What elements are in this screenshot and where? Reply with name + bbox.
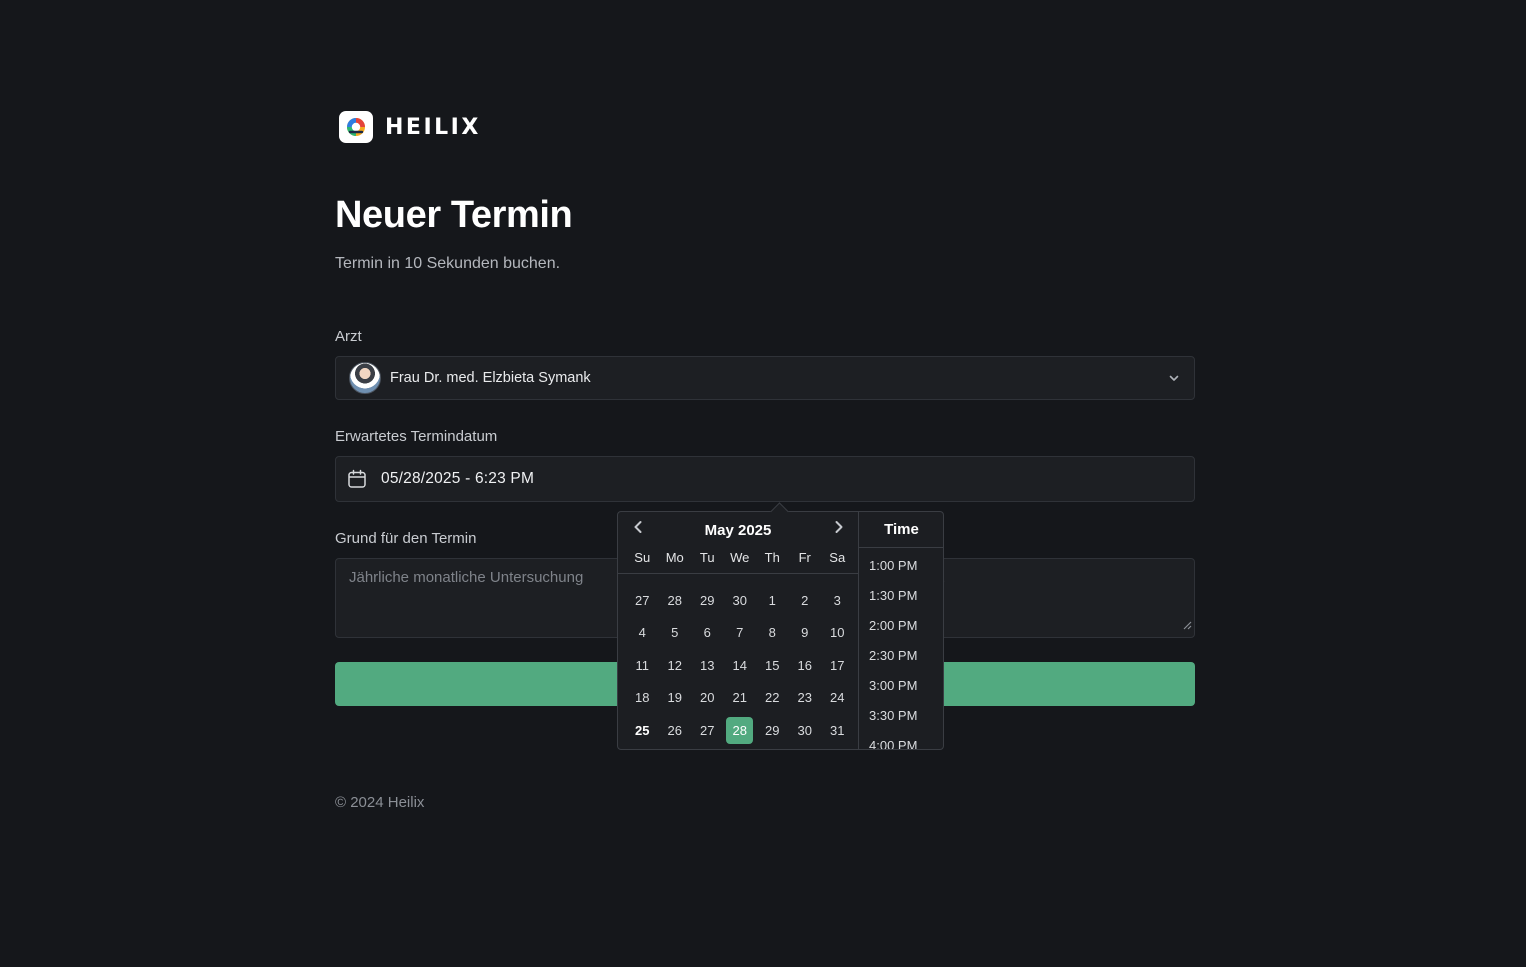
time-header: Time [859,512,944,548]
calendar-day[interactable]: 17 [824,652,851,679]
time-list[interactable]: 1:00 PM 1:30 PM 2:00 PM 2:30 PM 3:00 PM … [859,548,944,749]
calendar-day[interactable]: 27 [694,717,721,744]
time-option[interactable]: 1:00 PM [859,551,944,581]
doctor-label: Arzt [335,328,362,345]
calendar-day[interactable]: 30 [791,717,818,744]
calendar-week: 11 12 13 14 15 16 17 [626,649,854,682]
footer-copyright: © 2024 Heilix [335,794,425,811]
time-option[interactable]: 2:30 PM [859,641,944,671]
calendar-week: 18 19 20 21 22 23 24 [626,682,854,715]
calendar-day[interactable]: 9 [791,619,818,646]
next-month-button[interactable] [827,518,851,540]
calendar-day[interactable]: 22 [759,684,786,711]
chevron-right-icon [834,520,844,539]
calendar-day[interactable]: 1 [759,587,786,614]
calendar-day[interactable]: 4 [629,619,656,646]
chevron-down-icon [1168,371,1180,389]
time-option[interactable]: 2:00 PM [859,611,944,641]
resize-handle-icon[interactable] [1181,617,1192,635]
page-subtitle: Termin in 10 Sekunden buchen. [335,255,561,272]
date-label: Erwartetes Termindatum [335,428,498,445]
calendar-day[interactable]: 10 [824,619,851,646]
doctor-select[interactable]: Frau Dr. med. Elzbieta Symank [335,356,1195,400]
weekday-label: Mo [665,550,684,565]
calendar-week: 4 5 6 7 8 9 10 [626,617,854,650]
calendar-day[interactable]: 2 [791,587,818,614]
calendar-day-selected[interactable]: 28 [726,716,754,744]
doctor-select-value: Frau Dr. med. Elzbieta Symank [390,370,591,386]
calendar-month-label: May 2025 [704,522,772,539]
weekday-label: Tu [699,550,715,565]
brand-name: HEILIX [385,114,481,140]
calendar-week: 25 26 27 28 29 30 31 [626,714,854,747]
calendar-panel: May 2025 Su Mo Tu We Th Fr Sa 27 28 29 3… [618,512,858,749]
time-panel: Time 1:00 PM 1:30 PM 2:00 PM 2:30 PM 3:0… [858,512,944,749]
calendar-day[interactable]: 31 [824,717,851,744]
appointment-date-value: 05/28/2025 - 6:23 PM [381,470,535,487]
calendar-day[interactable]: 27 [629,587,656,614]
calendar-day[interactable]: 28 [661,587,688,614]
calendar-day[interactable]: 26 [661,717,688,744]
calendar-header: May 2025 Su Mo Tu We Th Fr Sa [618,512,858,574]
calendar-icon [347,469,367,489]
calendar-day[interactable]: 24 [824,684,851,711]
brand-logo[interactable]: HEILIX [339,111,481,143]
calendar-day[interactable]: 23 [791,684,818,711]
doctor-avatar [349,362,381,394]
heilix-logo-icon [339,111,373,143]
calendar-day[interactable]: 6 [694,619,721,646]
appointment-date-input[interactable]: 05/28/2025 - 6:23 PM [335,456,1195,502]
calendar-day[interactable]: 18 [629,684,656,711]
reason-label: Grund für den Termin [335,530,477,547]
calendar-day-today[interactable]: 25 [629,717,656,744]
calendar-day[interactable]: 15 [759,652,786,679]
calendar-day[interactable]: 14 [726,652,753,679]
time-option[interactable]: 1:30 PM [859,581,944,611]
calendar-day[interactable]: 16 [791,652,818,679]
weekday-label: Sa [829,550,846,565]
calendar-day[interactable]: 20 [694,684,721,711]
calendar-day[interactable]: 29 [759,717,786,744]
calendar-day[interactable]: 5 [661,619,688,646]
calendar-day[interactable]: 19 [661,684,688,711]
weekday-label: Th [764,550,780,565]
page-title: Neuer Termin [335,194,573,236]
weekday-label: Fr [798,550,811,565]
calendar-week: 27 28 29 30 1 2 3 [626,584,854,617]
calendar-day[interactable]: 21 [726,684,753,711]
weekday-label: We [730,550,750,565]
calendar-days: 27 28 29 30 1 2 3 4 5 6 7 8 9 10 11 12 1… [626,584,854,747]
datepicker-popup: May 2025 Su Mo Tu We Th Fr Sa 27 28 29 3… [617,502,944,750]
reason-placeholder: Jährliche monatliche Untersuchung [349,569,584,586]
time-option[interactable]: 3:30 PM [859,701,944,731]
calendar-day[interactable]: 29 [694,587,721,614]
time-option[interactable]: 4:00 PM [859,731,944,749]
calendar-day[interactable]: 30 [726,587,753,614]
calendar-day[interactable]: 3 [824,587,851,614]
calendar-day[interactable]: 7 [726,619,753,646]
weekday-header: Su Mo Tu We Th Fr Sa [626,550,854,565]
time-option[interactable]: 3:00 PM [859,671,944,701]
calendar-day[interactable]: 13 [694,652,721,679]
calendar-day[interactable]: 8 [759,619,786,646]
weekday-label: Su [634,550,651,565]
calendar-day[interactable]: 11 [629,652,656,679]
calendar-day[interactable]: 12 [661,652,688,679]
